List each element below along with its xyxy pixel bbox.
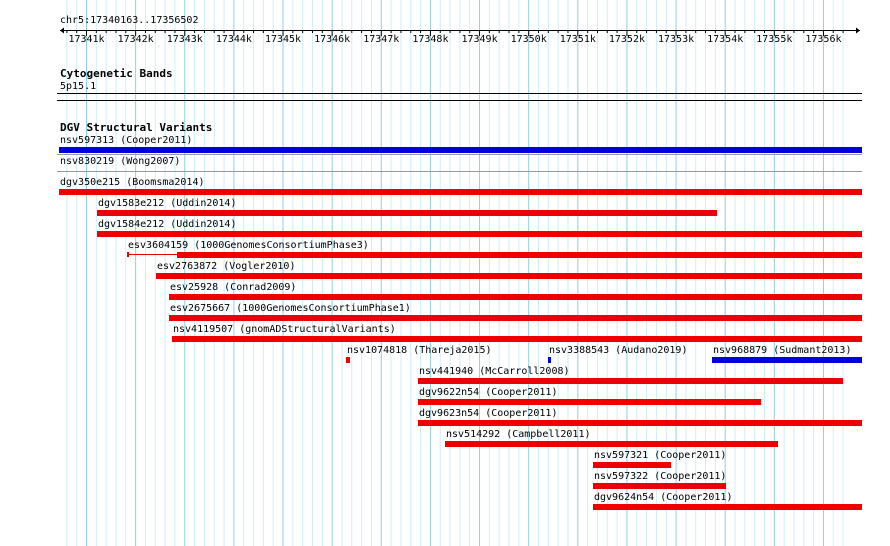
ruler-tick-label: 17356k <box>805 34 842 45</box>
variant-bar[interactable] <box>548 357 551 363</box>
row-separator <box>57 154 862 155</box>
variant-bar[interactable] <box>593 462 671 468</box>
variant-thin-segment[interactable] <box>127 254 177 255</box>
variant-bar[interactable] <box>418 420 862 426</box>
variant-bar[interactable] <box>169 315 862 321</box>
variant-bar[interactable] <box>593 504 862 510</box>
variant-label[interactable]: nsv597321 (Cooper2011) <box>594 450 726 462</box>
variant-label[interactable]: nsv4119507 (gnomADStructuralVariants) <box>173 324 396 336</box>
variant-label[interactable]: nsv3388543 (Audano2019) <box>549 345 687 357</box>
ruler-arrow-left <box>60 27 64 34</box>
ruler-tick-label: 17341k <box>68 34 105 45</box>
variant-bar[interactable] <box>418 399 761 405</box>
ruler-tick-label: 17349k <box>461 34 498 45</box>
variant-label[interactable]: esv3604159 (1000GenomesConsortiumPhase3) <box>128 240 369 252</box>
variant-label[interactable]: esv2675667 (1000GenomesConsortiumPhase1) <box>170 303 411 315</box>
variant-label[interactable]: nsv1074818 (Thareja2015) <box>347 345 492 357</box>
variant-label[interactable]: nsv597313 (Cooper2011) <box>60 135 192 147</box>
cytoband-line <box>57 93 862 94</box>
variant-label[interactable]: dgv9623n54 (Cooper2011) <box>419 408 557 420</box>
variant-bar[interactable] <box>177 252 862 258</box>
track-divider <box>57 100 862 101</box>
variant-label[interactable]: dgv1583e212 (Uddin2014) <box>98 198 236 210</box>
ruler-tick-label: 17347k <box>363 34 400 45</box>
variant-bar[interactable] <box>418 378 843 384</box>
variant-label[interactable]: dgv9622n54 (Cooper2011) <box>419 387 557 399</box>
variant-bar[interactable] <box>59 189 862 195</box>
variant-label[interactable]: nsv514292 (Campbell2011) <box>446 429 591 441</box>
variant-label[interactable]: dgv350e215 (Boomsma2014) <box>60 177 205 189</box>
ruler-arrow-right <box>856 27 860 34</box>
ruler-tick-label: 17350k <box>510 34 547 45</box>
ruler-tick-label: 17353k <box>657 34 695 45</box>
variant-label[interactable]: nsv968879 (Sudmant2013) <box>713 345 851 357</box>
variant-label[interactable]: dgv1584e212 (Uddin2014) <box>98 219 236 231</box>
variant-bar[interactable] <box>172 336 862 342</box>
variant-label[interactable]: dgv9624n54 (Cooper2011) <box>594 492 732 504</box>
variant-bar[interactable] <box>169 294 862 300</box>
ruler-tick-label: 17348k <box>412 34 449 45</box>
ruler-tick-label: 17343k <box>166 34 203 45</box>
row-separator <box>57 171 862 172</box>
ruler-tick-label: 17352k <box>608 34 645 45</box>
ruler-tick-label: 17344k <box>215 34 252 45</box>
variant-bar[interactable] <box>593 483 726 489</box>
variant-label[interactable]: esv25928 (Conrad2009) <box>170 282 296 294</box>
ruler-tick-label: 17355k <box>756 34 793 45</box>
variant-bar[interactable] <box>59 147 862 153</box>
ruler-tick-label: 17345k <box>264 34 302 45</box>
variant-bar[interactable] <box>97 210 717 216</box>
ruler-tick-label: 17354k <box>707 34 744 45</box>
variant-label[interactable]: nsv441940 (McCarroll2008) <box>419 366 570 378</box>
ruler-tick-label: 17346k <box>314 34 351 45</box>
variant-thin-cap <box>127 252 129 257</box>
variant-label[interactable]: nsv830219 (Wong2007) <box>60 156 180 168</box>
variant-bar[interactable] <box>97 231 862 237</box>
variant-label[interactable]: nsv597322 (Cooper2011) <box>594 471 726 483</box>
ruler-position-label: chr5:17340163..17356502 <box>60 15 199 26</box>
variant-bar[interactable] <box>346 357 350 363</box>
cytoband-name: 5p15.1 <box>60 81 97 92</box>
variant-bar[interactable] <box>712 357 862 363</box>
variant-label[interactable]: esv2763872 (Vogler2010) <box>157 261 295 273</box>
variant-bar[interactable] <box>156 273 862 279</box>
cytoband-track-title: Cytogenetic Bands <box>60 67 173 80</box>
dgv-track-title: DGV Structural Variants <box>60 121 213 134</box>
ruler-tick-label: 17351k <box>559 34 596 45</box>
ruler-tick-label: 17342k <box>117 34 154 45</box>
variant-bar[interactable] <box>445 441 778 447</box>
